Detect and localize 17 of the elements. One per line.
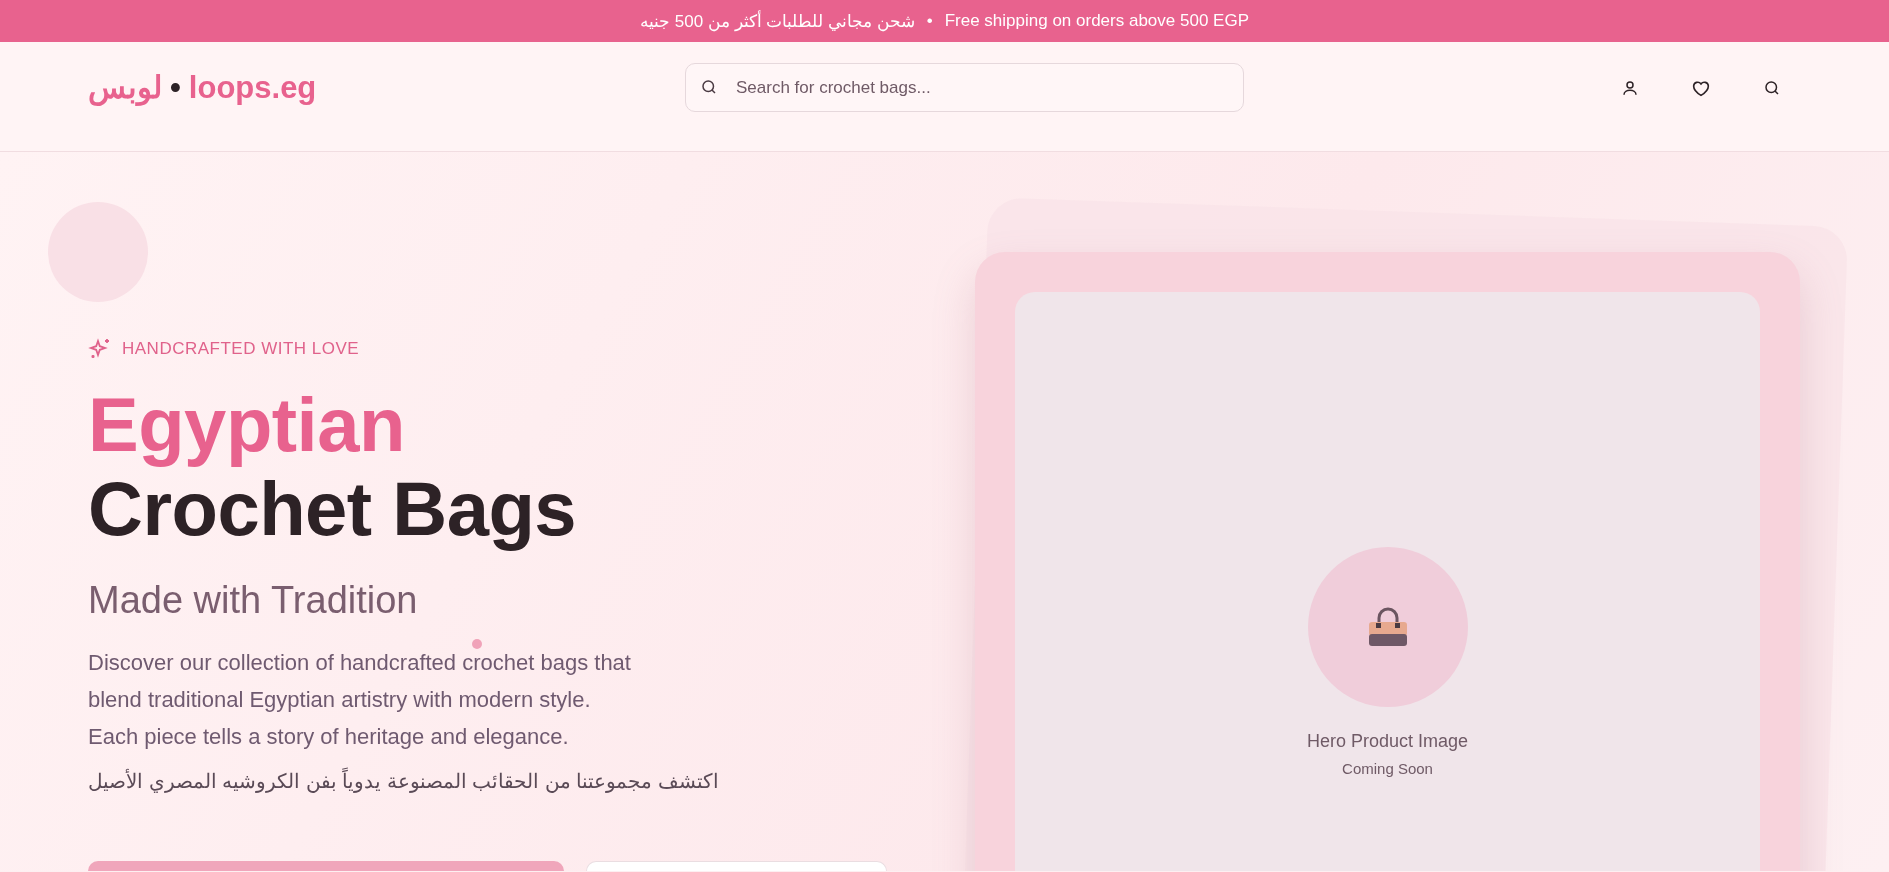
search-field[interactable]: Search for crochet bags...	[685, 63, 1244, 112]
sparkle-icon	[88, 337, 112, 361]
hero-title-accent: Egyptian	[88, 383, 406, 467]
heart-icon[interactable]	[1691, 78, 1711, 97]
placeholder-caption: Coming Soon	[1342, 760, 1433, 777]
user-icon[interactable]	[1621, 78, 1639, 97]
eyebrow-label: HANDCRAFTED WITH LOVE	[122, 339, 360, 359]
announcement-text: شحن مجاني للطلبات أكثر من 500 جنيه	[640, 10, 915, 32]
hero-description: Discover our collection of handcrafted crochet bags that blend traditional Egyptian artistry with modern style. Each piece tells a story of heritage and elegance.	[88, 649, 632, 751]
separator-dot: •	[926, 11, 933, 31]
search-icon[interactable]	[1763, 78, 1781, 97]
hero-subtitle: Made with Tradition	[88, 579, 419, 622]
placeholder-title: Hero Product Image	[1306, 731, 1469, 752]
hero-description-arabic: اكتشف مجموعتنا من الحقائب المصنوعة يدوياً بفن الكروشيه المصري الأصيل	[88, 769, 808, 793]
decor-dot	[472, 639, 482, 649]
announcement-text: Free shipping on orders above 500 EGP	[944, 11, 1249, 31]
hero-title: Crochet Bags	[88, 467, 578, 551]
